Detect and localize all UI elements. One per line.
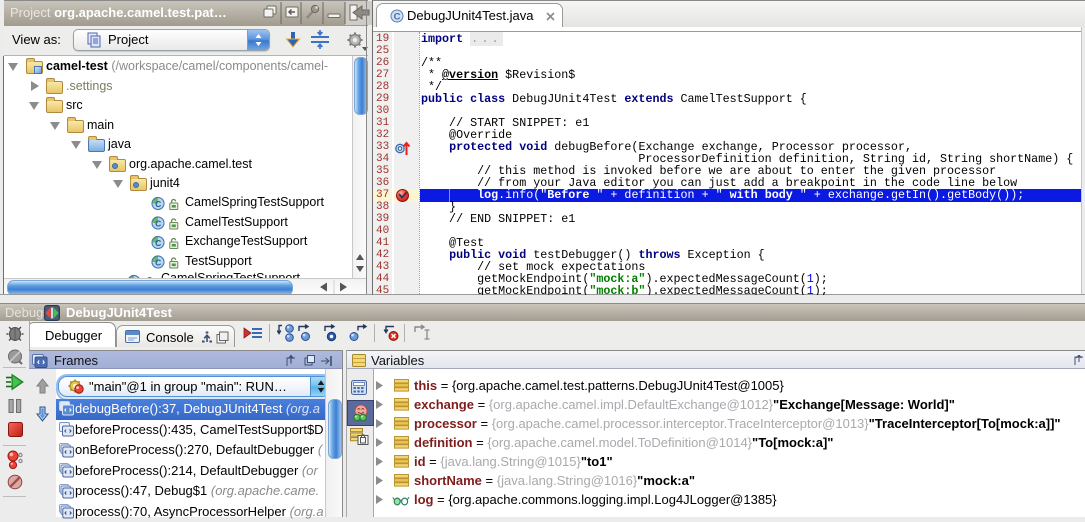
svg-text:C: C (394, 12, 401, 23)
svg-text:C: C (155, 199, 161, 209)
